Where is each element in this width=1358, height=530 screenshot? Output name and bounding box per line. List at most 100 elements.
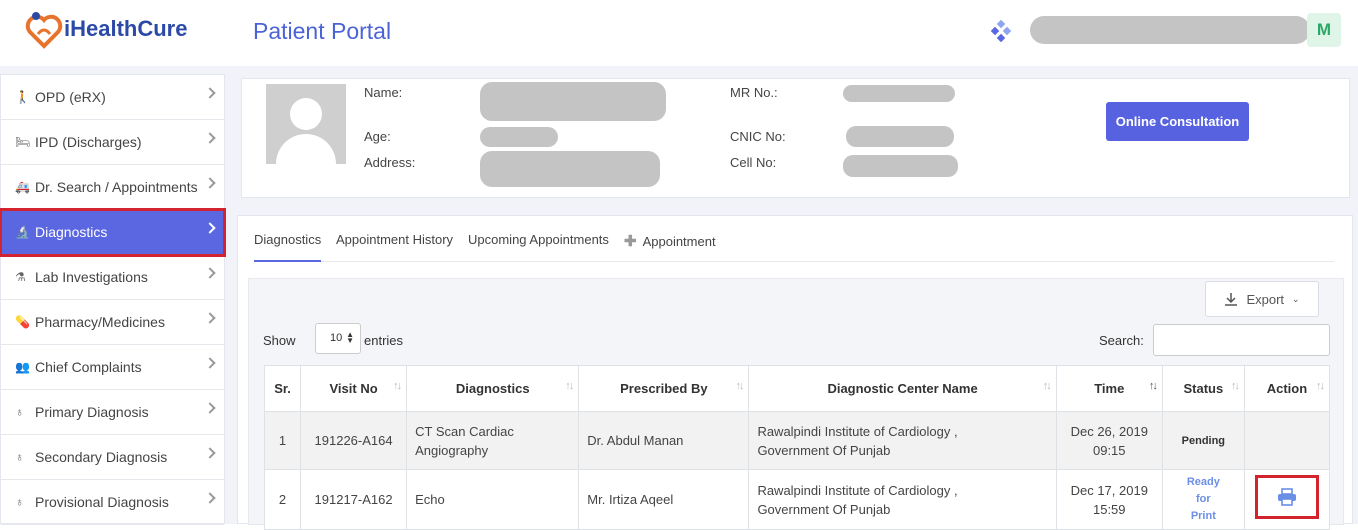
- stethoscope-icon: ♁: [15, 450, 24, 464]
- sidebar-item-lab[interactable]: ⚗ Lab Investigations: [1, 255, 224, 300]
- cell-line: Rawalpindi Institute of Cardiology ,: [757, 423, 958, 439]
- status-line: for: [1196, 493, 1211, 505]
- show-label: Show: [263, 333, 296, 348]
- cell-date: Dec 17, 2019: [1070, 482, 1148, 498]
- sort-icon: ↑↓: [565, 380, 574, 392]
- cell-time: Dec 17, 2019 15:59: [1055, 469, 1163, 530]
- avatar[interactable]: M: [1307, 13, 1341, 47]
- sidebar-item-dr-search[interactable]: 🚑 Dr. Search / Appointments: [1, 165, 224, 210]
- cell-line: Government Of Punjab: [757, 501, 891, 517]
- entries-select[interactable]: 10 ▲ ▼: [315, 323, 361, 354]
- mr-label: MR No.:: [730, 85, 778, 100]
- sidebar-item-opd[interactable]: 🚶 OPD (eRX): [1, 75, 224, 120]
- sidebar-item-label: Pharmacy/Medicines: [35, 314, 165, 330]
- cell-status[interactable]: Ready for Print: [1161, 469, 1245, 530]
- header-label: Time: [1094, 381, 1125, 396]
- apps-icon[interactable]: [990, 19, 1012, 47]
- name-label: Name:: [364, 85, 403, 100]
- header-label: Status: [1183, 381, 1224, 396]
- export-label: Export: [1246, 291, 1285, 307]
- stethoscope-icon: ♁: [15, 405, 24, 419]
- col-center-name[interactable]: Diagnostic Center Name ↑↓: [748, 365, 1057, 412]
- diagnostics-table: Sr. Visit No ↑↓ Diagnostics ↑↓ Prescribed …: [263, 365, 1331, 530]
- sidebar-item-provisional[interactable]: ♁ Provisional Diagnosis: [1, 480, 224, 525]
- chevron-right-icon: [204, 447, 216, 459]
- cell-prescribed-by: Dr. Abdul Manan: [578, 411, 750, 470]
- diagnostics-panel: Diagnostics Appointment History Upcoming…: [237, 215, 1353, 530]
- people-icon: 👥: [15, 360, 30, 374]
- col-diagnostics[interactable]: Diagnostics ↑↓: [406, 365, 580, 412]
- header-label: Diagnostics: [455, 381, 530, 396]
- logo-text: iHealthCure: [64, 16, 188, 41]
- sidebar-item-primary[interactable]: ♁ Primary Diagnosis: [1, 390, 224, 435]
- select-arrows-icon: ▲ ▼: [346, 330, 354, 345]
- sidebar-item-ipd[interactable]: 🛏 IPD (Discharges): [1, 120, 224, 165]
- print-button[interactable]: [1254, 475, 1319, 519]
- chevron-down-icon: ⌄: [1292, 293, 1300, 304]
- bed-icon: 🛏: [15, 135, 31, 149]
- plus-icon: ✚: [624, 233, 637, 250]
- sidebar: 🚶 OPD (eRX) 🛏 IPD (Discharges) 🚑 Dr. Search…: [0, 74, 226, 525]
- cell-sr: 2: [263, 469, 302, 530]
- cell-sr: 1: [263, 411, 302, 470]
- cell-status: Pending: [1161, 411, 1245, 470]
- table-row: 1 191226-A164 CT Scan Cardiac Angiography…: [263, 411, 1331, 470]
- cell-center-name: Rawalpindi Institute of Cardiology , Gove…: [748, 411, 1057, 470]
- sort-icon: ↑↓: [393, 380, 402, 392]
- status-line: Print: [1190, 510, 1216, 522]
- tab-label: Appointment: [642, 234, 716, 249]
- cell-action: [1243, 469, 1331, 530]
- entries-label: entries: [364, 333, 404, 348]
- status-badge: Pending: [1181, 435, 1226, 447]
- cell-diagnostics: Echo: [406, 469, 580, 530]
- sort-icon: ↑↓: [1148, 380, 1158, 392]
- cell-line: Government Of Punjab: [757, 442, 891, 458]
- tab-add-appointment[interactable]: ✚ Appointment: [624, 232, 716, 250]
- tab-appointment-history[interactable]: Appointment History: [336, 232, 453, 247]
- sidebar-item-secondary[interactable]: ♁ Secondary Diagnosis: [1, 435, 224, 480]
- printer-icon: [1277, 488, 1296, 506]
- chevron-right-icon: [204, 267, 216, 279]
- tab-bar: Diagnostics Appointment History Upcoming…: [254, 216, 1334, 262]
- entries-select-value: 10: [330, 332, 343, 344]
- sidebar-item-label: Primary Diagnosis: [35, 404, 149, 420]
- online-consultation-button[interactable]: Online Consultation: [1106, 102, 1249, 141]
- page-title: Patient Portal: [253, 18, 392, 44]
- cell-prescribed-by: Mr. Irtiza Aqeel: [578, 469, 750, 530]
- sidebar-item-label: OPD (eRX): [35, 89, 106, 105]
- cnic-label: CNIC No:: [730, 129, 786, 144]
- user-name-redacted[interactable]: [1030, 16, 1310, 44]
- status-line: Ready: [1186, 476, 1220, 488]
- sort-icon: ↑↓: [1316, 380, 1325, 392]
- sidebar-item-pharmacy[interactable]: 💊 Pharmacy/Medicines: [1, 300, 224, 345]
- tab-diagnostics[interactable]: Diagnostics: [254, 232, 322, 262]
- sidebar-item-label: Diagnostics: [35, 224, 108, 240]
- stethoscope-icon: ♁: [15, 495, 24, 509]
- walk-icon: 🚶: [15, 90, 30, 104]
- col-prescribed-by[interactable]: Prescribed By ↑↓: [578, 365, 750, 412]
- sidebar-item-complaints[interactable]: 👥 Chief Complaints: [1, 345, 224, 390]
- age-value-redacted: [480, 127, 558, 147]
- col-status[interactable]: Status ↑↓: [1161, 365, 1245, 412]
- col-visit-no[interactable]: Visit No ↑↓: [300, 365, 408, 412]
- cell-visit-no: 191217-A162: [300, 469, 408, 530]
- app-header: iHealthCure Patient Portal M: [0, 0, 1358, 66]
- sidebar-item-diagnostics[interactable]: 🔬 Diagnostics: [0, 208, 226, 257]
- cell-center-name: Rawalpindi Institute of Cardiology , Gove…: [748, 469, 1057, 530]
- col-sr[interactable]: Sr.: [263, 365, 302, 412]
- search-input[interactable]: [1153, 324, 1330, 356]
- col-time[interactable]: Time ↑↓: [1055, 365, 1163, 412]
- tab-upcoming-appointments[interactable]: Upcoming Appointments: [468, 232, 609, 247]
- table-row: 2 191217-A162 Echo Mr. Irtiza Aqeel Rawa…: [263, 469, 1331, 530]
- cell-line: Rawalpindi Institute of Cardiology ,: [757, 482, 958, 498]
- address-value-redacted: [480, 151, 660, 187]
- address-label: Address:: [364, 155, 416, 170]
- export-button[interactable]: Export ⌄: [1205, 281, 1319, 317]
- cell-time: Dec 26, 2019 09:15: [1055, 411, 1163, 470]
- pill-icon: 💊: [15, 315, 30, 329]
- header-label: Prescribed By: [620, 381, 708, 396]
- col-action[interactable]: Action ↑↓: [1243, 365, 1331, 412]
- header-label: Visit No: [329, 381, 378, 396]
- microscope-icon: 🔬: [15, 225, 30, 239]
- sort-icon: ↑↓: [735, 380, 744, 392]
